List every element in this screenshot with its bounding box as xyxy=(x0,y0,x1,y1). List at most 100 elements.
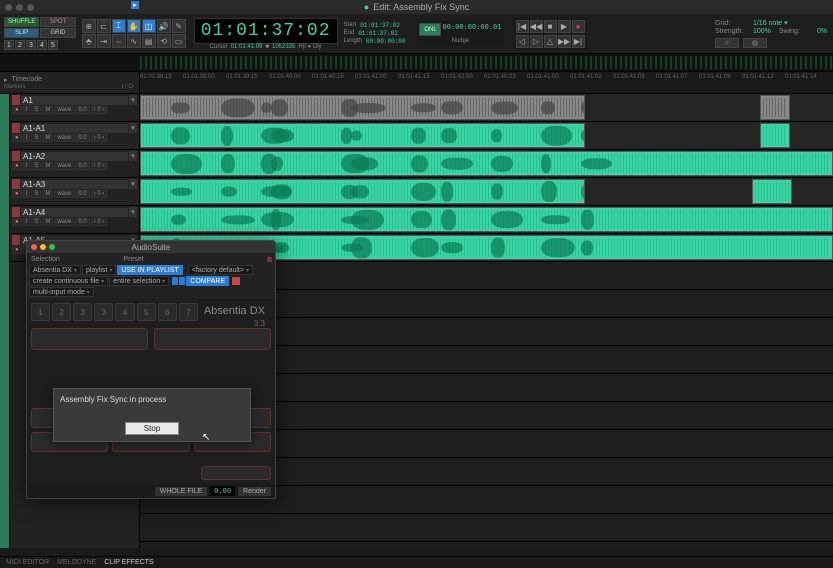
audiosuite-close-button[interactable] xyxy=(31,244,37,250)
preset-next-icon[interactable] xyxy=(179,277,185,285)
plugin-preset-slot[interactable]: 6 xyxy=(158,303,177,321)
record-button[interactable]: ● xyxy=(572,20,585,33)
track-volume[interactable]: 0.0 xyxy=(75,190,89,198)
track-rec-button[interactable]: ● xyxy=(12,162,22,170)
file-mode-dropdown[interactable]: create continuous file xyxy=(29,276,108,286)
play-button[interactable]: ▶ xyxy=(558,20,571,33)
track-options-dropdown[interactable]: ▾ xyxy=(129,123,137,133)
audiosuite-minimize-button[interactable] xyxy=(40,244,46,250)
universe-overview[interactable] xyxy=(0,54,833,72)
track-volume[interactable]: 0.0 xyxy=(75,134,89,142)
audio-clip-tail[interactable] xyxy=(760,95,790,120)
render-button[interactable]: Render xyxy=(238,487,271,496)
multi-input-dropdown[interactable]: multi-input mode xyxy=(29,287,94,297)
ff-button[interactable]: ▶▶ xyxy=(558,35,571,48)
preset-prev-icon[interactable] xyxy=(172,277,178,285)
track-input-button[interactable]: I xyxy=(23,106,31,114)
pencil-tool-button[interactable]: ✎ xyxy=(172,19,186,33)
zoom-preset-3[interactable]: 3 xyxy=(26,40,36,50)
compare-button[interactable]: COMPARE xyxy=(186,276,229,286)
selection-scope-dropdown[interactable]: entire selection xyxy=(109,276,169,286)
track-solo-button[interactable]: S xyxy=(31,218,41,226)
audiosuite-window[interactable]: AudioSuite Selection Preset ⊗ Absentia D… xyxy=(26,240,276,499)
mirror-edit-button[interactable]: ⇔ xyxy=(112,34,126,48)
track-lane[interactable] xyxy=(140,178,833,206)
zoom-window-button[interactable] xyxy=(27,4,34,11)
metronome-button[interactable]: △ xyxy=(544,35,557,48)
smart-tool-button[interactable]: ◫ xyxy=(142,19,156,33)
selection-length[interactable]: 00:00:00:00 xyxy=(366,38,406,45)
preset-dropdown[interactable]: <factory default> xyxy=(188,265,253,275)
scrubber-tool-button[interactable]: 🔊 xyxy=(157,19,171,33)
progress-stop-button[interactable]: Stop xyxy=(125,422,179,435)
group-indicator[interactable] xyxy=(0,94,9,552)
track-pan[interactable]: ‹ 0 › xyxy=(91,106,108,114)
audio-clip[interactable] xyxy=(140,179,585,204)
track-lane[interactable] xyxy=(140,150,833,178)
ruler-expand-icon[interactable]: ▸ xyxy=(4,76,8,84)
loop-playback-button[interactable]: ⟲ xyxy=(157,34,171,48)
track-name-field[interactable]: A1-A1 xyxy=(21,124,128,133)
edit-groups-column[interactable] xyxy=(0,94,10,552)
plugin-preset-slot[interactable]: 3 xyxy=(94,303,113,321)
zoom-preset-1[interactable]: 1 xyxy=(4,40,14,50)
track-rec-button[interactable]: ● xyxy=(12,190,22,198)
ruler-expand-button[interactable]: ▸ xyxy=(131,1,139,9)
automation-follow-button[interactable]: ∿ xyxy=(127,34,141,48)
track-lane[interactable] xyxy=(140,94,833,122)
track-rec-button[interactable]: ● xyxy=(12,218,22,226)
plugin-preset-slot[interactable]: 7 xyxy=(179,303,198,321)
audiosuite-zoom-button[interactable] xyxy=(49,244,55,250)
slip-mode-button[interactable]: SLIP xyxy=(4,28,39,38)
stop-button[interactable]: ■ xyxy=(544,20,557,33)
timecode-ruler-label[interactable]: Timecode xyxy=(12,76,42,83)
grid-swing[interactable]: 0% xyxy=(817,28,827,35)
use-in-playlist-button[interactable]: USE IN PLAYLIST xyxy=(117,265,182,275)
search-button[interactable]: ⌕ xyxy=(715,38,739,48)
track-pan[interactable]: ‹ 0 › xyxy=(91,162,108,170)
markers-ruler-label[interactable]: Markers xyxy=(4,84,26,90)
layered-edit-button[interactable]: ▤ xyxy=(142,34,156,48)
tab-melodyne[interactable]: MELODYNE xyxy=(57,559,96,566)
track-view-selector[interactable]: wave xyxy=(54,162,74,170)
trim-tool-button[interactable]: ⊏ xyxy=(97,19,111,33)
spot-mode-button[interactable]: SPOT xyxy=(40,17,75,27)
audio-clip-tail[interactable] xyxy=(752,179,792,204)
track-name-field[interactable]: A1-A2 xyxy=(21,152,128,161)
track-mute-button[interactable]: M xyxy=(42,162,53,170)
plugin-preset-slot[interactable]: 3 xyxy=(73,303,92,321)
main-counter-display[interactable]: 01:01:37:02 xyxy=(194,18,338,44)
track-mute-button[interactable]: M xyxy=(42,134,53,142)
zoom-preset-2[interactable]: 2 xyxy=(15,40,25,50)
track-solo-button[interactable]: S xyxy=(31,106,41,114)
preset-close-icon[interactable]: ⊗ xyxy=(266,255,273,264)
count-off-button[interactable]: ▷ xyxy=(530,35,543,48)
audio-clip[interactable] xyxy=(140,95,585,120)
track-name-field[interactable]: A1-A3 xyxy=(21,180,128,189)
track-record-enable[interactable] xyxy=(12,151,20,161)
playlist-mode-dropdown[interactable]: playlist xyxy=(82,265,116,275)
handle-length-value[interactable]: 0.00 xyxy=(210,486,235,496)
track-name-field[interactable]: A1 xyxy=(21,96,128,105)
plugin-preset-slot[interactable]: 1 xyxy=(31,303,50,321)
ruler-timecodes[interactable]: 01:01:38:1501:01:39:0001:01:39:1501:01:4… xyxy=(140,72,833,93)
track-mute-button[interactable]: M xyxy=(42,106,53,114)
track-solo-button[interactable]: S xyxy=(31,162,41,170)
plugin-action-button-1[interactable] xyxy=(31,328,148,350)
track-record-enable[interactable] xyxy=(12,207,20,217)
track-record-enable[interactable] xyxy=(12,179,20,189)
horizontal-scrollbar[interactable] xyxy=(0,548,833,556)
grid-value-dropdown[interactable]: 1/16 note ▾ xyxy=(753,19,788,27)
track-input-button[interactable]: I xyxy=(23,218,31,226)
audio-clip-tail[interactable] xyxy=(760,123,790,148)
track-input-button[interactable]: I xyxy=(23,190,31,198)
track-volume[interactable]: 0.0 xyxy=(75,218,89,226)
online-button[interactable]: ONL xyxy=(419,23,441,36)
go-to-start-button[interactable]: |◀ xyxy=(516,20,529,33)
settings-gear-button[interactable]: ⚙ xyxy=(743,38,767,48)
track-volume[interactable]: 0.0 xyxy=(75,106,89,114)
shuffle-mode-button[interactable]: SHUFFLE xyxy=(4,17,39,27)
plugin-preset-slot[interactable]: 4 xyxy=(115,303,134,321)
track-view-selector[interactable]: wave xyxy=(54,218,74,226)
tab-clip-effects[interactable]: CLIP EFFECTS xyxy=(104,559,153,566)
